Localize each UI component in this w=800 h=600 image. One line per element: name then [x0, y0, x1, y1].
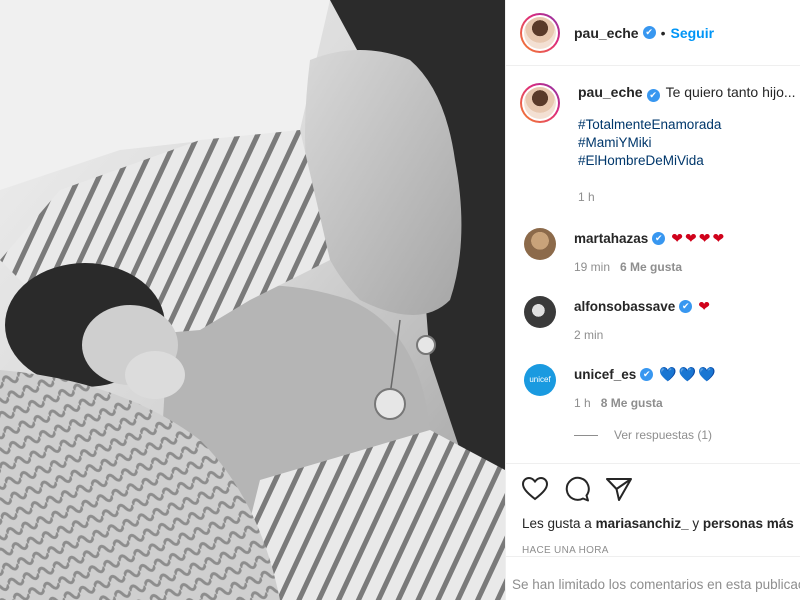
hashtag-link[interactable]: #TotalmenteEnamorada — [578, 116, 796, 134]
comment-time[interactable]: 2 min — [574, 328, 603, 342]
caption-username[interactable]: pau_eche — [578, 84, 643, 100]
comment-text: ❤ — [698, 297, 713, 314]
comment-item: unicef unicef_es ✔ 💙💙💙 1 h 8 Me gusta — [520, 364, 800, 410]
post-side-panel: pau_eche ✔ • Seguir pau_eche ✔ Te quiero t… — [505, 0, 800, 600]
likes-suffix: y — [692, 516, 700, 531]
comments-limited-notice: Se han limitado los comentarios en esta … — [506, 556, 800, 600]
verified-icon: ✔ — [640, 367, 654, 381]
comment-item: martahazas ✔ ❤❤❤❤ 19 min 6 Me gusta — [520, 228, 800, 274]
view-replies-button[interactable]: Ver respuestas (1) — [574, 428, 800, 442]
unicef-avatar[interactable]: unicef — [524, 364, 556, 396]
commenter-username[interactable]: unicef_es — [574, 367, 636, 382]
caption-time[interactable]: 1 h — [578, 188, 796, 206]
commenter-username[interactable]: martahazas — [574, 231, 648, 246]
comment-item: alfonsobassave ✔ ❤ 2 min — [520, 296, 800, 342]
comment-likes[interactable]: 8 Me gusta — [601, 396, 663, 410]
likes-more-link[interactable]: personas más — [703, 516, 794, 531]
commenter-avatar[interactable] — [524, 296, 556, 328]
comment-time[interactable]: 19 min — [574, 260, 610, 274]
commenter-username[interactable]: alfonsobassave — [574, 299, 675, 314]
hashtag-link[interactable]: #ElHombreDeMiVida — [578, 152, 796, 170]
post-timestamp[interactable]: HACE UNA HORA — [522, 545, 800, 556]
verified-icon: ✔ — [642, 26, 656, 39]
post-photo[interactable] — [0, 0, 505, 600]
author-avatar[interactable] — [520, 12, 560, 53]
verified-icon: ✔ — [679, 299, 693, 313]
author-username[interactable]: pau_eche — [574, 25, 639, 41]
comment-time[interactable]: 1 h — [574, 396, 591, 410]
caption-avatar[interactable] — [520, 83, 560, 123]
post-photo-image — [0, 0, 505, 600]
view-replies-label: Ver respuestas (1) — [614, 428, 713, 442]
verified-icon: ✔ — [646, 89, 660, 102]
comment-text: ❤❤❤❤ — [671, 229, 727, 246]
likes-user-link[interactable]: mariasanchiz_ — [596, 516, 689, 531]
comment-text: 💙💙💙 — [659, 365, 718, 382]
separator-dot: • — [660, 24, 666, 41]
post-header: pau_eche ✔ • Seguir — [506, 0, 800, 66]
likes-prefix: Les gusta a — [522, 516, 592, 531]
share-icon[interactable] — [606, 477, 632, 501]
comments-list[interactable]: pau_eche ✔ Te quiero tanto hijo... #Totalm… — [506, 67, 800, 463]
caption-text: Te quiero tanto hijo... — [665, 84, 796, 100]
hashtag-link[interactable]: #MamiYMiki — [578, 134, 796, 152]
likes-summary: Les gusta a mariasanchiz_ y personas más — [522, 516, 800, 531]
comment-icon[interactable] — [564, 476, 590, 502]
commenter-avatar[interactable] — [524, 228, 556, 260]
follow-button[interactable]: Seguir — [671, 25, 715, 41]
verified-icon: ✔ — [652, 231, 666, 245]
heart-icon[interactable] — [522, 477, 548, 501]
comment-likes[interactable]: 6 Me gusta — [620, 260, 682, 274]
caption: pau_eche ✔ Te quiero tanto hijo... #Totalm… — [520, 83, 800, 206]
replies-divider — [574, 434, 598, 436]
